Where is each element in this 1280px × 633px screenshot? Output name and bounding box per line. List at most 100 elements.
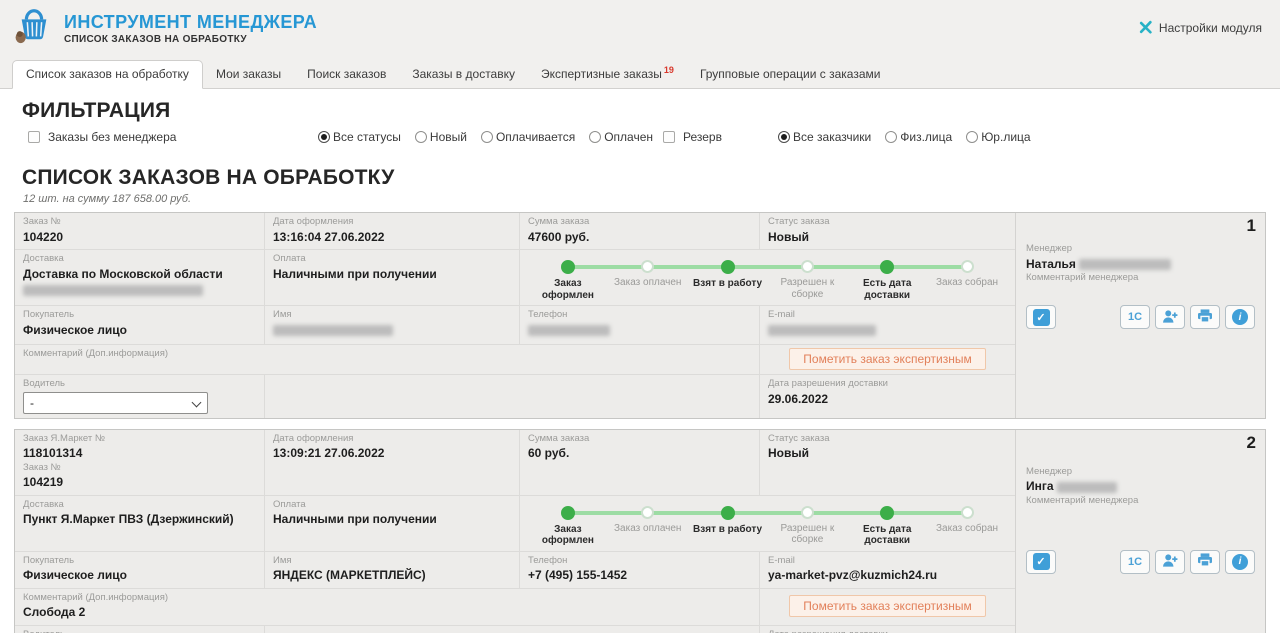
order-date-value: 13:16:04 27.06.2022	[273, 229, 511, 245]
mark-expert-button[interactable]: Пометить заказ экспертизным	[789, 595, 985, 617]
progress-step-label: Взят в работу	[693, 524, 762, 536]
delivery-date-label: Дата разрешения доставки	[768, 629, 1007, 633]
print-button[interactable]	[1190, 305, 1220, 329]
no-manager-label: Заказы без менеджера	[48, 130, 176, 144]
customer-option-all[interactable]: Все заказчики	[768, 130, 871, 144]
tab-orders-delivery[interactable]: Заказы в доставку	[399, 61, 528, 88]
info-button[interactable]: i	[1225, 550, 1255, 574]
progress-step-label: Разрешен к сборке	[768, 277, 846, 300]
customer-legal-radio[interactable]	[966, 131, 978, 143]
tools-icon	[1139, 20, 1153, 37]
email-label: E-mail	[768, 555, 1007, 568]
phone-value: +7 (495) 155-1452	[528, 567, 751, 583]
customer-legal-label: Юр.лица	[981, 130, 1030, 144]
progress-step-label: Есть дата доставки	[848, 524, 926, 547]
progress-step: Заказ оформлен	[528, 506, 608, 547]
person-plus-icon	[1161, 309, 1179, 326]
tab-orders-processing[interactable]: Список заказов на обработку	[12, 60, 203, 89]
tab-bar: Список заказов на обработку Мои заказы П…	[0, 54, 1280, 89]
1c-button[interactable]: 1С	[1120, 550, 1150, 574]
order-sum-label: Сумма заказа	[528, 433, 751, 446]
tab-expert-orders[interactable]: Экспертизные заказы19	[528, 59, 687, 88]
customer-individual-radio[interactable]	[885, 131, 897, 143]
app-title: ИНСТРУМЕНТ МЕНЕДЖЕРА	[64, 12, 317, 33]
printer-icon	[1197, 553, 1213, 570]
customer-option-legal[interactable]: Юр.лица	[956, 130, 1030, 144]
order-actions: ✓ 1С i	[1026, 305, 1255, 329]
order-status-label: Статус заказа	[768, 433, 1007, 446]
comment-label: Комментарий (Доп.информация)	[23, 592, 751, 605]
1c-icon: 1С	[1128, 556, 1142, 568]
mark-expert-button[interactable]: Пометить заказ экспертизным	[789, 348, 985, 370]
status-option-new[interactable]: Новый	[405, 130, 467, 144]
customer-option-individual[interactable]: Физ.лица	[875, 130, 952, 144]
order-side-panel: 1 Менеджер Наталья Комментарий менеджера…	[1015, 213, 1265, 418]
delivery-value: Пункт Я.Маркет ПВЗ (Дзержинский)	[23, 511, 256, 527]
tab-group-operations[interactable]: Групповые операции с заказами	[687, 61, 894, 88]
progress-dot	[961, 260, 974, 273]
tab-order-search[interactable]: Поиск заказов	[294, 61, 399, 88]
email-value: ya-market-pvz@kuzmich24.ru	[768, 567, 1007, 583]
status-paid-label: Оплачен	[604, 130, 653, 144]
payment-value: Наличными при получении	[273, 266, 511, 282]
1c-button[interactable]: 1С	[1120, 305, 1150, 329]
status-paid-radio[interactable]	[589, 131, 601, 143]
module-settings-link[interactable]: Настройки модуля	[1139, 20, 1262, 37]
order-index: 2	[1247, 433, 1256, 453]
customer-individual-label: Физ.лица	[900, 130, 952, 144]
customer-all-radio[interactable]	[778, 131, 790, 143]
info-button[interactable]: i	[1225, 305, 1255, 329]
clipboard-check-icon: ✓	[1033, 309, 1050, 326]
checklist-button[interactable]: ✓	[1026, 305, 1056, 329]
status-option-paid[interactable]: Оплачен	[579, 130, 653, 144]
add-person-button[interactable]	[1155, 305, 1185, 329]
progress-dot	[641, 506, 654, 519]
checklist-button[interactable]: ✓	[1026, 550, 1056, 574]
progress-dot	[721, 260, 735, 274]
driver-select[interactable]: -	[23, 392, 208, 414]
status-paying-radio[interactable]	[481, 131, 493, 143]
expert-orders-count-badge: 19	[664, 65, 674, 75]
status-all-radio[interactable]	[318, 131, 330, 143]
order-progress: Заказ оформлен Заказ оплачен Взят в рабо…	[520, 496, 1015, 551]
filter-no-manager[interactable]: Заказы без менеджера	[28, 130, 308, 144]
order-card-main: Заказ №104220 Дата оформления13:16:04 27…	[15, 213, 1015, 418]
reserve-checkbox[interactable]	[663, 131, 675, 143]
payment-value: Наличными при получении	[273, 511, 511, 527]
add-person-button[interactable]	[1155, 550, 1185, 574]
clipboard-check-icon: ✓	[1033, 553, 1050, 570]
driver-label: Водитель	[23, 378, 256, 391]
progress-step-label: Заказ оплачен	[614, 277, 681, 289]
order-side-panel: 2 Менеджер Инга Комментарий менеджера ✓ …	[1015, 430, 1265, 633]
phone-label: Телефон	[528, 555, 751, 568]
redacted-name	[273, 325, 393, 336]
filters-title: ФИЛЬТРАЦИЯ	[22, 99, 1280, 123]
no-manager-checkbox[interactable]	[28, 131, 40, 143]
status-option-paying[interactable]: Оплачивается	[471, 130, 575, 144]
filter-reserve[interactable]: Резерв	[663, 130, 768, 144]
info-icon: i	[1232, 554, 1248, 570]
buyer-value: Физическое лицо	[23, 567, 256, 583]
redacted-address	[23, 285, 203, 296]
buyer-value: Физическое лицо	[23, 322, 256, 338]
order-card: Заказ №104220 Дата оформления13:16:04 27…	[14, 212, 1266, 419]
progress-step: Заказ собран	[927, 260, 1007, 301]
redacted-manager-surname	[1057, 482, 1117, 493]
1c-icon: 1С	[1128, 311, 1142, 323]
order-date-value: 13:09:21 27.06.2022	[273, 445, 511, 461]
progress-step: Есть дата доставки	[847, 506, 927, 547]
order-date-label: Дата оформления	[273, 433, 511, 446]
order-sum-label: Сумма заказа	[528, 216, 751, 229]
progress-dot	[801, 506, 814, 519]
print-button[interactable]	[1190, 550, 1220, 574]
tab-my-orders[interactable]: Мои заказы	[203, 61, 294, 88]
status-new-radio[interactable]	[415, 131, 427, 143]
status-option-all[interactable]: Все статусы	[308, 130, 401, 144]
delivery-date-label: Дата разрешения доставки	[768, 378, 1007, 391]
progress-step-label: Заказ оформлен	[529, 278, 607, 301]
name-label: Имя	[273, 555, 511, 568]
manager-label: Менеджер	[1026, 243, 1255, 256]
progress-dot	[561, 260, 575, 274]
progress-step: Заказ собран	[927, 506, 1007, 547]
order-no-label: Заказ №	[23, 216, 256, 229]
